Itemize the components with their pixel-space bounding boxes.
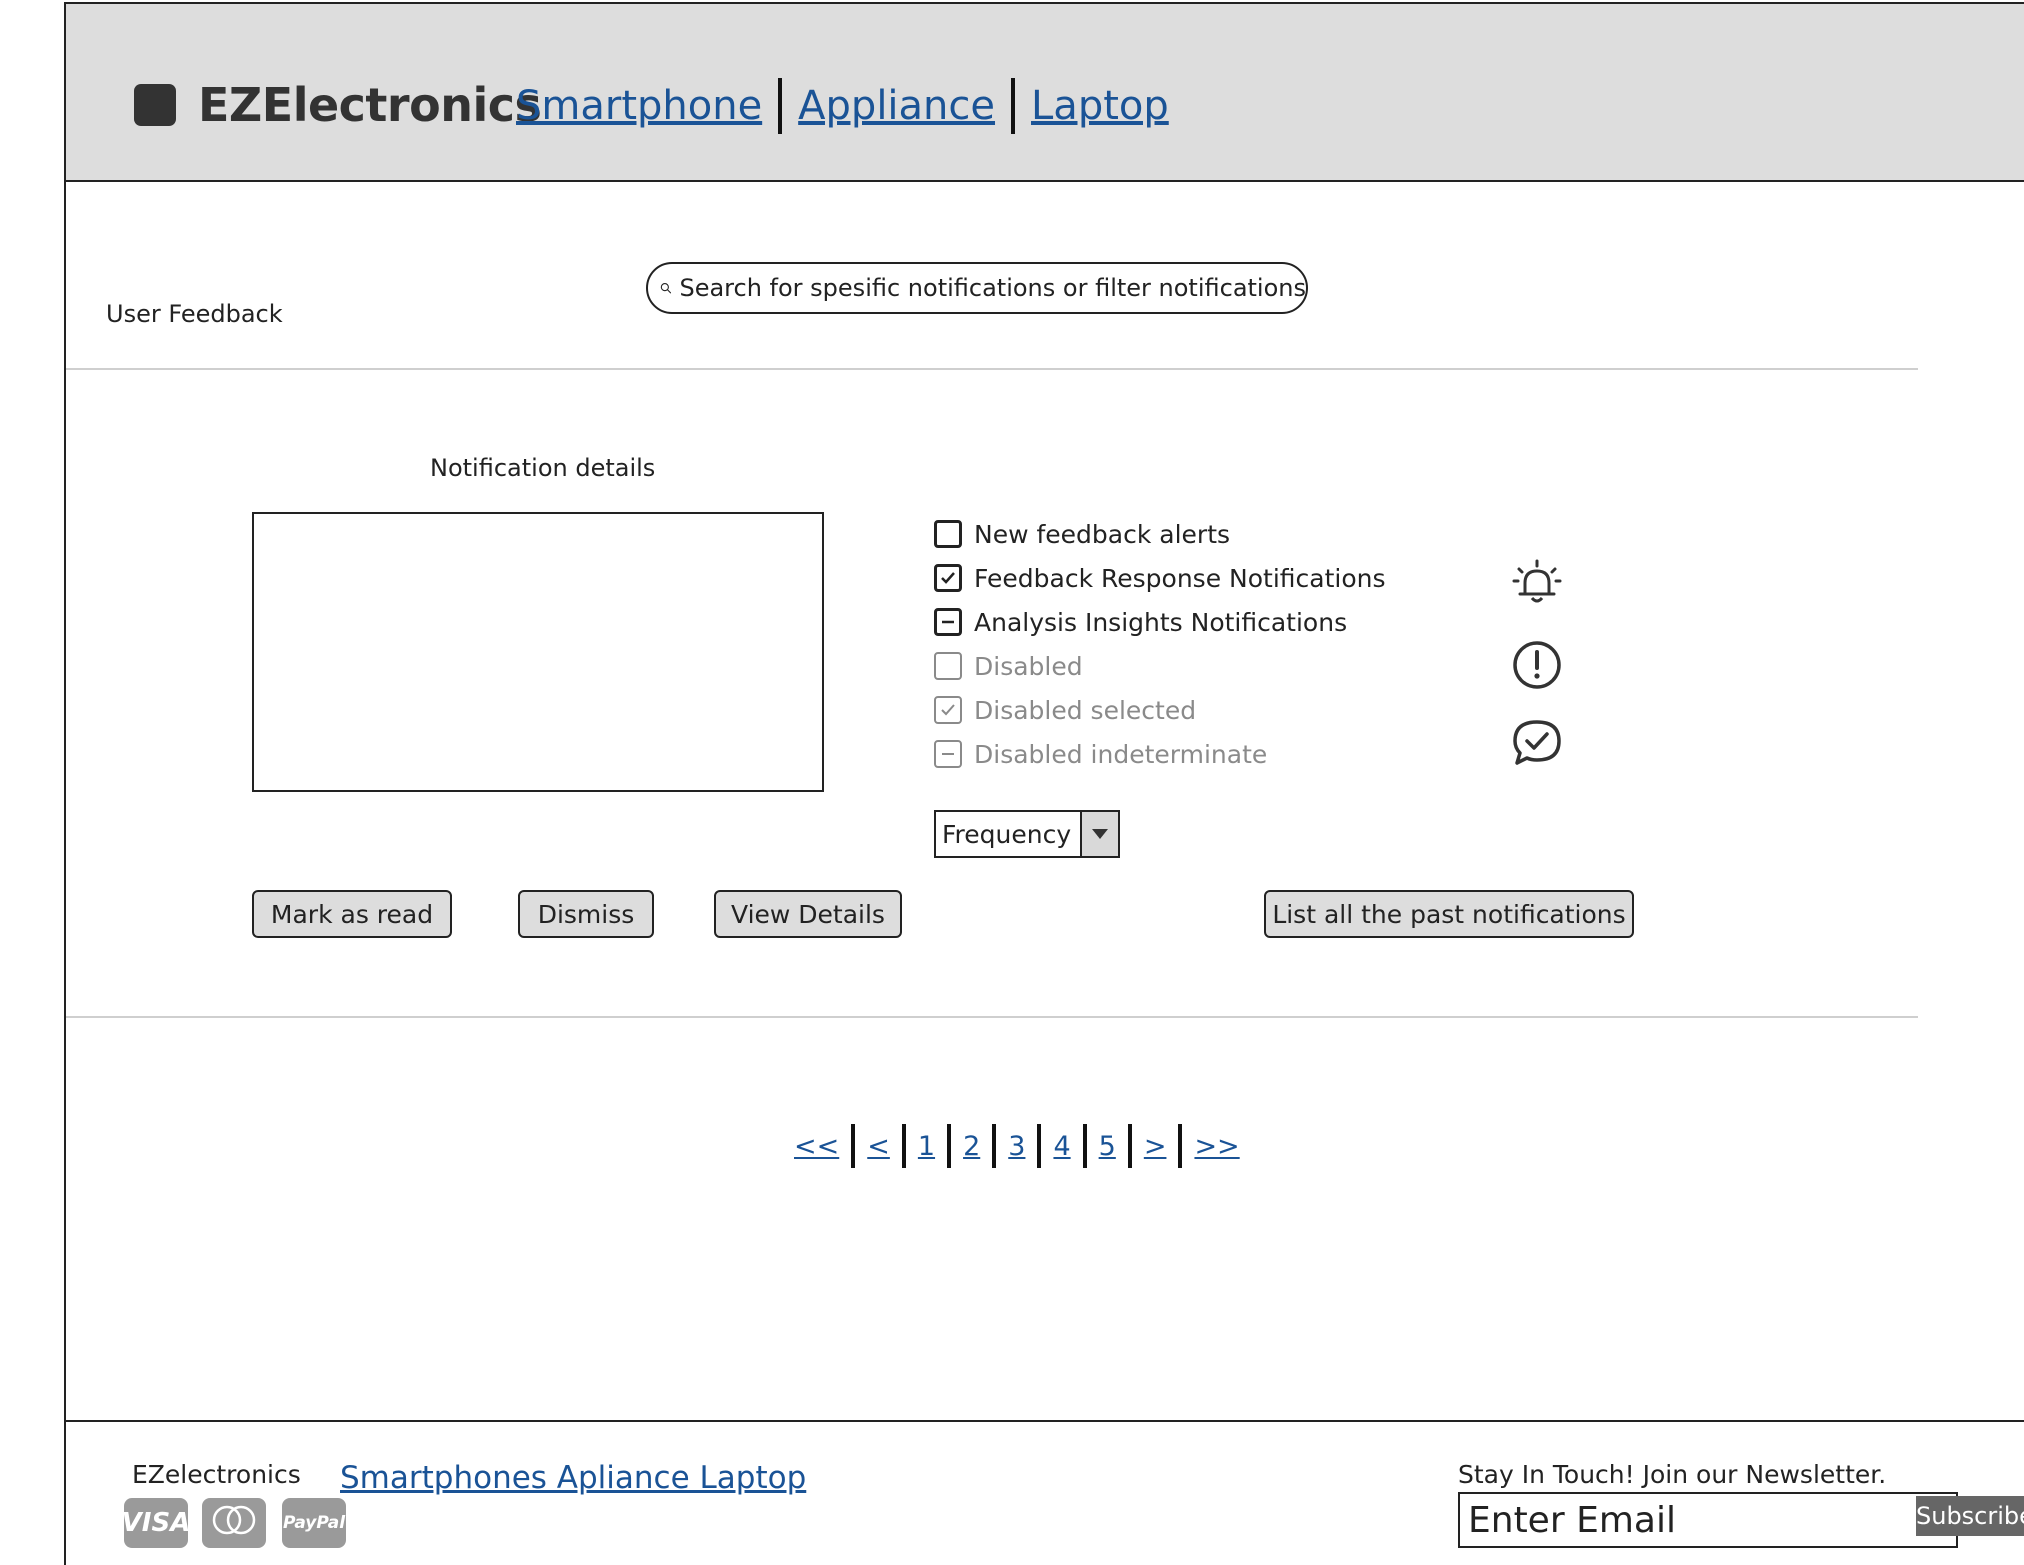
visa-icon: VISA [121, 1498, 191, 1548]
checkmark-icon [941, 704, 955, 716]
nav-divider [1011, 78, 1016, 134]
nav-link-smartphone[interactable]: Smartphone [516, 83, 762, 129]
search-icon [660, 283, 672, 294]
site-footer: EZelectronics Smartphones Apliance Lapto… [66, 1420, 2024, 1565]
nav-divider [778, 78, 783, 134]
dash-icon [942, 620, 954, 624]
checkbox-disabled-indeterminate: Disabled indeterminate [934, 732, 1386, 776]
checkbox-checked[interactable] [934, 564, 962, 592]
pagination-page-5[interactable]: 5 [1087, 1131, 1128, 1162]
pagination-page-1[interactable]: 1 [906, 1131, 947, 1162]
notification-options: New feedback alerts Feedback Response No… [934, 512, 1386, 776]
footer-brand: EZelectronics [132, 1460, 301, 1489]
pagination-page-2[interactable]: 2 [951, 1131, 992, 1162]
email-field[interactable] [1460, 1494, 1916, 1546]
dismiss-button[interactable]: Dismiss [518, 890, 654, 938]
pagination: << < 1 2 3 4 5 > >> [782, 1124, 1252, 1168]
checkbox-analysis-insights[interactable]: Analysis Insights Notifications [934, 600, 1386, 644]
search-input[interactable]: Search for spesific notifications or fil… [646, 262, 1308, 314]
checkbox-label: Disabled [974, 651, 1083, 681]
checkbox-label: Analysis Insights Notifications [974, 607, 1348, 637]
brand-name[interactable]: EZElectronics [198, 78, 542, 132]
pagination-prev[interactable]: < [855, 1131, 902, 1162]
chat-check-icon [1513, 720, 1561, 765]
paypal-label: PayPal [282, 1513, 346, 1533]
divider [66, 1016, 1918, 1018]
view-details-button[interactable]: View Details [714, 890, 902, 938]
checkbox-label: Disabled selected [974, 695, 1197, 725]
frequency-select[interactable]: Frequency [934, 810, 1120, 858]
main-nav: Smartphone Appliance Laptop [516, 78, 1169, 134]
checkbox-indeterminate[interactable] [934, 608, 962, 636]
mastercard-logo-icon [212, 1505, 256, 1535]
checkbox-disabled-checked [934, 696, 962, 724]
checkbox-disabled: Disabled [934, 644, 1386, 688]
nav-link-appliance[interactable]: Appliance [798, 83, 995, 129]
checkmark-icon [941, 572, 955, 584]
pagination-first[interactable]: << [782, 1131, 851, 1162]
newsletter-title: Stay In Touch! Join our Newsletter. [1458, 1460, 1887, 1489]
pagination-page-3[interactable]: 3 [996, 1131, 1037, 1162]
pagination-last[interactable]: >> [1182, 1131, 1251, 1162]
pagination-next[interactable]: > [1132, 1131, 1179, 1162]
list-past-notifications-button[interactable]: List all the past notifications [1264, 890, 1634, 938]
site-header: EZElectronics Smartphone Appliance Lapto… [66, 4, 2024, 182]
newsletter-form: Subscribe [1458, 1492, 2024, 1548]
visa-label: VISA [121, 1508, 191, 1538]
details-title: Notification details [430, 454, 656, 482]
footer-links[interactable]: Smartphones Apliance Laptop [340, 1460, 806, 1496]
subscribe-button[interactable]: Subscribe [1916, 1496, 2024, 1536]
nav-link-laptop[interactable]: Laptop [1031, 83, 1169, 129]
search-placeholder: Search for spesific notifications or fil… [679, 274, 1306, 302]
checkbox-label: Feedback Response Notifications [974, 563, 1386, 593]
alarm-bell-icon [1512, 559, 1562, 603]
mark-as-read-button[interactable]: Mark as read [252, 890, 452, 938]
pagination-page-4[interactable]: 4 [1041, 1131, 1082, 1162]
mastercard-icon [202, 1498, 266, 1548]
checkbox-new-feedback-alerts[interactable]: New feedback alerts [934, 512, 1386, 556]
checkbox-disabled-indeterminate-box [934, 740, 962, 768]
page-title: User Feedback [106, 300, 283, 328]
divider [66, 368, 1918, 370]
checkbox-label: New feedback alerts [974, 519, 1231, 549]
alert-circle-icon [1513, 641, 1561, 689]
checkbox-disabled-selected: Disabled selected [934, 688, 1386, 732]
checkbox-unchecked[interactable] [934, 520, 962, 548]
paypal-icon: PayPal [282, 1498, 346, 1548]
page-frame: EZElectronics Smartphone Appliance Lapto… [64, 2, 2024, 1565]
frequency-select-value: Frequency [942, 819, 1072, 849]
checkbox-feedback-response[interactable]: Feedback Response Notifications [934, 556, 1386, 600]
chevron-down-icon[interactable] [1080, 812, 1118, 856]
dash-icon [942, 753, 954, 755]
checkbox-label: Disabled indeterminate [974, 739, 1268, 769]
notification-details-box[interactable] [252, 512, 824, 792]
logo-icon [134, 84, 176, 126]
checkbox-disabled-unchecked [934, 652, 962, 680]
